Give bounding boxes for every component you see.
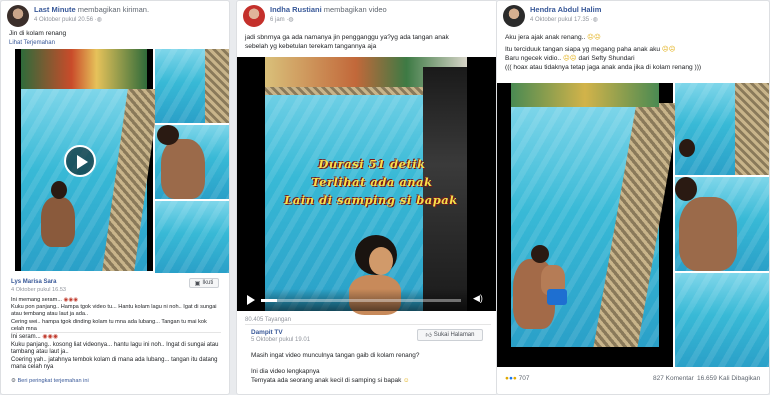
comment-time: 4 Oktober pukul 16.53	[11, 287, 67, 293]
play-icon	[77, 155, 88, 169]
comment-line: Ini memang seram...	[11, 297, 64, 303]
author-name[interactable]: Hendra Abdul Halim	[530, 5, 601, 14]
post-time[interactable]: 4 Oktober pukul 20.56	[34, 17, 93, 23]
post-line-text: Baru ngecek vidio..	[505, 55, 562, 62]
post-card-indha: Indha Rustiani membagikan video 6 jam ·◍…	[236, 0, 498, 395]
follow-button[interactable]: ▣ Ikuti	[189, 278, 219, 288]
gear-icon: ⚙	[11, 378, 17, 384]
post-line: ((( hoax atau tidaknya tetap jaga anak a…	[505, 64, 702, 71]
comment-count[interactable]: 827 Komentar	[653, 375, 694, 382]
thumbs-up-icon: 👍︎	[425, 333, 432, 339]
divider	[11, 332, 221, 333]
see-translation-link[interactable]: Lihat Terjemahan	[9, 39, 55, 48]
thumbnail-2[interactable]	[155, 125, 229, 199]
video-player[interactable]: Durasi 51 detik Terlihat ada anak Lain d…	[237, 57, 497, 315]
post-header: Indha Rustiani membagikan video 6 jam ·◍	[243, 5, 387, 27]
play-button[interactable]	[64, 145, 96, 177]
post-header: Last Minute membagikan kiriman. 4 Oktobe…	[7, 5, 149, 27]
comment-line: Cering wei.. hampa tgok dinding kolam tu…	[11, 318, 207, 332]
shared-post-line: Ternyata ada seorang anak kecil di sampi…	[251, 377, 402, 384]
reaction-summary[interactable]: ●●● 707	[505, 375, 529, 382]
thumbnail-1[interactable]	[675, 83, 769, 175]
translated-line: Ini seram...	[11, 334, 43, 340]
thumbnail-1[interactable]	[155, 49, 229, 123]
divider	[245, 324, 491, 325]
globe-icon: ·◍	[286, 17, 294, 23]
share-count[interactable]: 16.659 Kali Dibagikan	[697, 375, 760, 382]
overlay-line: Durasi 51 detik	[318, 157, 426, 171]
author-name[interactable]: Indha Rustiani	[270, 5, 322, 14]
comment-text: Ini memang seram... ◉◉◉ Kuku pon panjang…	[11, 297, 221, 333]
post-caption: Jin di kolam renang	[9, 30, 67, 37]
post-line-text: dari Sefty Shundari	[578, 55, 635, 62]
thumbnail-3[interactable]	[675, 273, 769, 367]
follow-label: Ikuti	[202, 280, 214, 286]
comment-box: Lys Marisa Sara 4 Oktober pukul 16.53 ▣ I…	[7, 276, 227, 392]
post-card-last-minute: Last Minute membagikan kiriman. 4 Oktobe…	[0, 0, 230, 395]
post-action: membagikan video	[323, 5, 387, 14]
page-time: 5 Oktober pukul 19.01	[251, 337, 311, 343]
reaction-icons: ●●●	[505, 375, 517, 382]
video-player[interactable]	[15, 49, 160, 271]
post-caption: jadi sbnrnya ga ada namanya jin penggang…	[245, 34, 449, 50]
translated-line: Coering yah.. jatahnya tembok kolam di m…	[11, 356, 218, 371]
emoji: ☹☹	[562, 55, 577, 62]
like-page-button[interactable]: 👍︎ Sukai Halaman	[417, 329, 483, 341]
volume-icon[interactable]: ◀)	[473, 293, 483, 304]
post-line: Itu terciduuk tangan siapa yg megang pah…	[505, 45, 676, 54]
follow-icon: ▣	[194, 280, 201, 287]
video-player[interactable]	[497, 83, 681, 367]
overlay-line: Lain di samping si bapak	[284, 193, 458, 207]
emoji-reactions: ◉◉◉	[63, 297, 79, 303]
comment-line: Kuku pon panjang.. Hampa tgok video tu..…	[11, 304, 217, 318]
post-action: membagikan kiriman.	[77, 5, 150, 14]
play-icon[interactable]	[247, 295, 255, 305]
thumbnail-3[interactable]	[155, 201, 229, 273]
post-line-text: Aku jera ajak anak renang..	[505, 34, 586, 41]
globe-icon: ·◍	[590, 17, 598, 23]
shared-post-text: Ternyata ada seorang anak kecil di sampi…	[251, 376, 485, 385]
post-line: Aku jera ajak anak renang.. ☹☹	[505, 33, 601, 42]
shared-post-text: Masih ingat video munculnya tangan gaib …	[251, 352, 420, 359]
avatar[interactable]	[503, 5, 525, 27]
like-page-label: Sukai Halaman	[433, 332, 475, 338]
post-time[interactable]: 6 jam	[270, 17, 285, 23]
post-card-hendra: Hendra Abdul Halim 4 Oktober pukul 17.35…	[496, 0, 770, 395]
emoji: ☺	[403, 377, 410, 384]
post-time[interactable]: 4 Oktober pukul 17.35	[530, 17, 589, 23]
emoji: ☹☹	[587, 34, 601, 41]
reaction-count: 707	[518, 375, 530, 382]
thumbnail-2[interactable]	[675, 177, 769, 271]
translated-text: Ini seram... ◉◉◉ Kuku panjang.. kosong l…	[11, 334, 221, 372]
avatar[interactable]	[7, 5, 29, 27]
post-line-text: Itu terciduuk tangan siapa yg megang pah…	[505, 46, 661, 53]
shared-post-text: Ini dia video lengkapnya	[251, 368, 320, 375]
progress-bar[interactable]	[261, 299, 461, 302]
post-line: Baru ngecek vidio.. ☹☹ dari Sefty Shunda…	[505, 54, 635, 63]
rate-translation-link[interactable]: ⚙ Beri peringkat terjemahan ini	[11, 377, 89, 386]
globe-icon: ·◍	[94, 17, 102, 23]
video-controls: ◀)	[237, 289, 497, 311]
translated-line: Kuku panjang.. kosong liat videonya... h…	[11, 341, 219, 356]
post-header: Hendra Abdul Halim 4 Oktober pukul 17.35…	[503, 5, 601, 27]
author-name[interactable]: Last Minute	[34, 5, 76, 14]
avatar[interactable]	[243, 5, 265, 27]
rate-translation-label: Beri peringkat terjemahan ini	[17, 378, 89, 384]
emoji-reactions: ◉◉◉	[42, 334, 59, 340]
overlay-line: Terlihat ada anak	[311, 175, 433, 189]
emoji: ☹☹	[661, 46, 676, 53]
